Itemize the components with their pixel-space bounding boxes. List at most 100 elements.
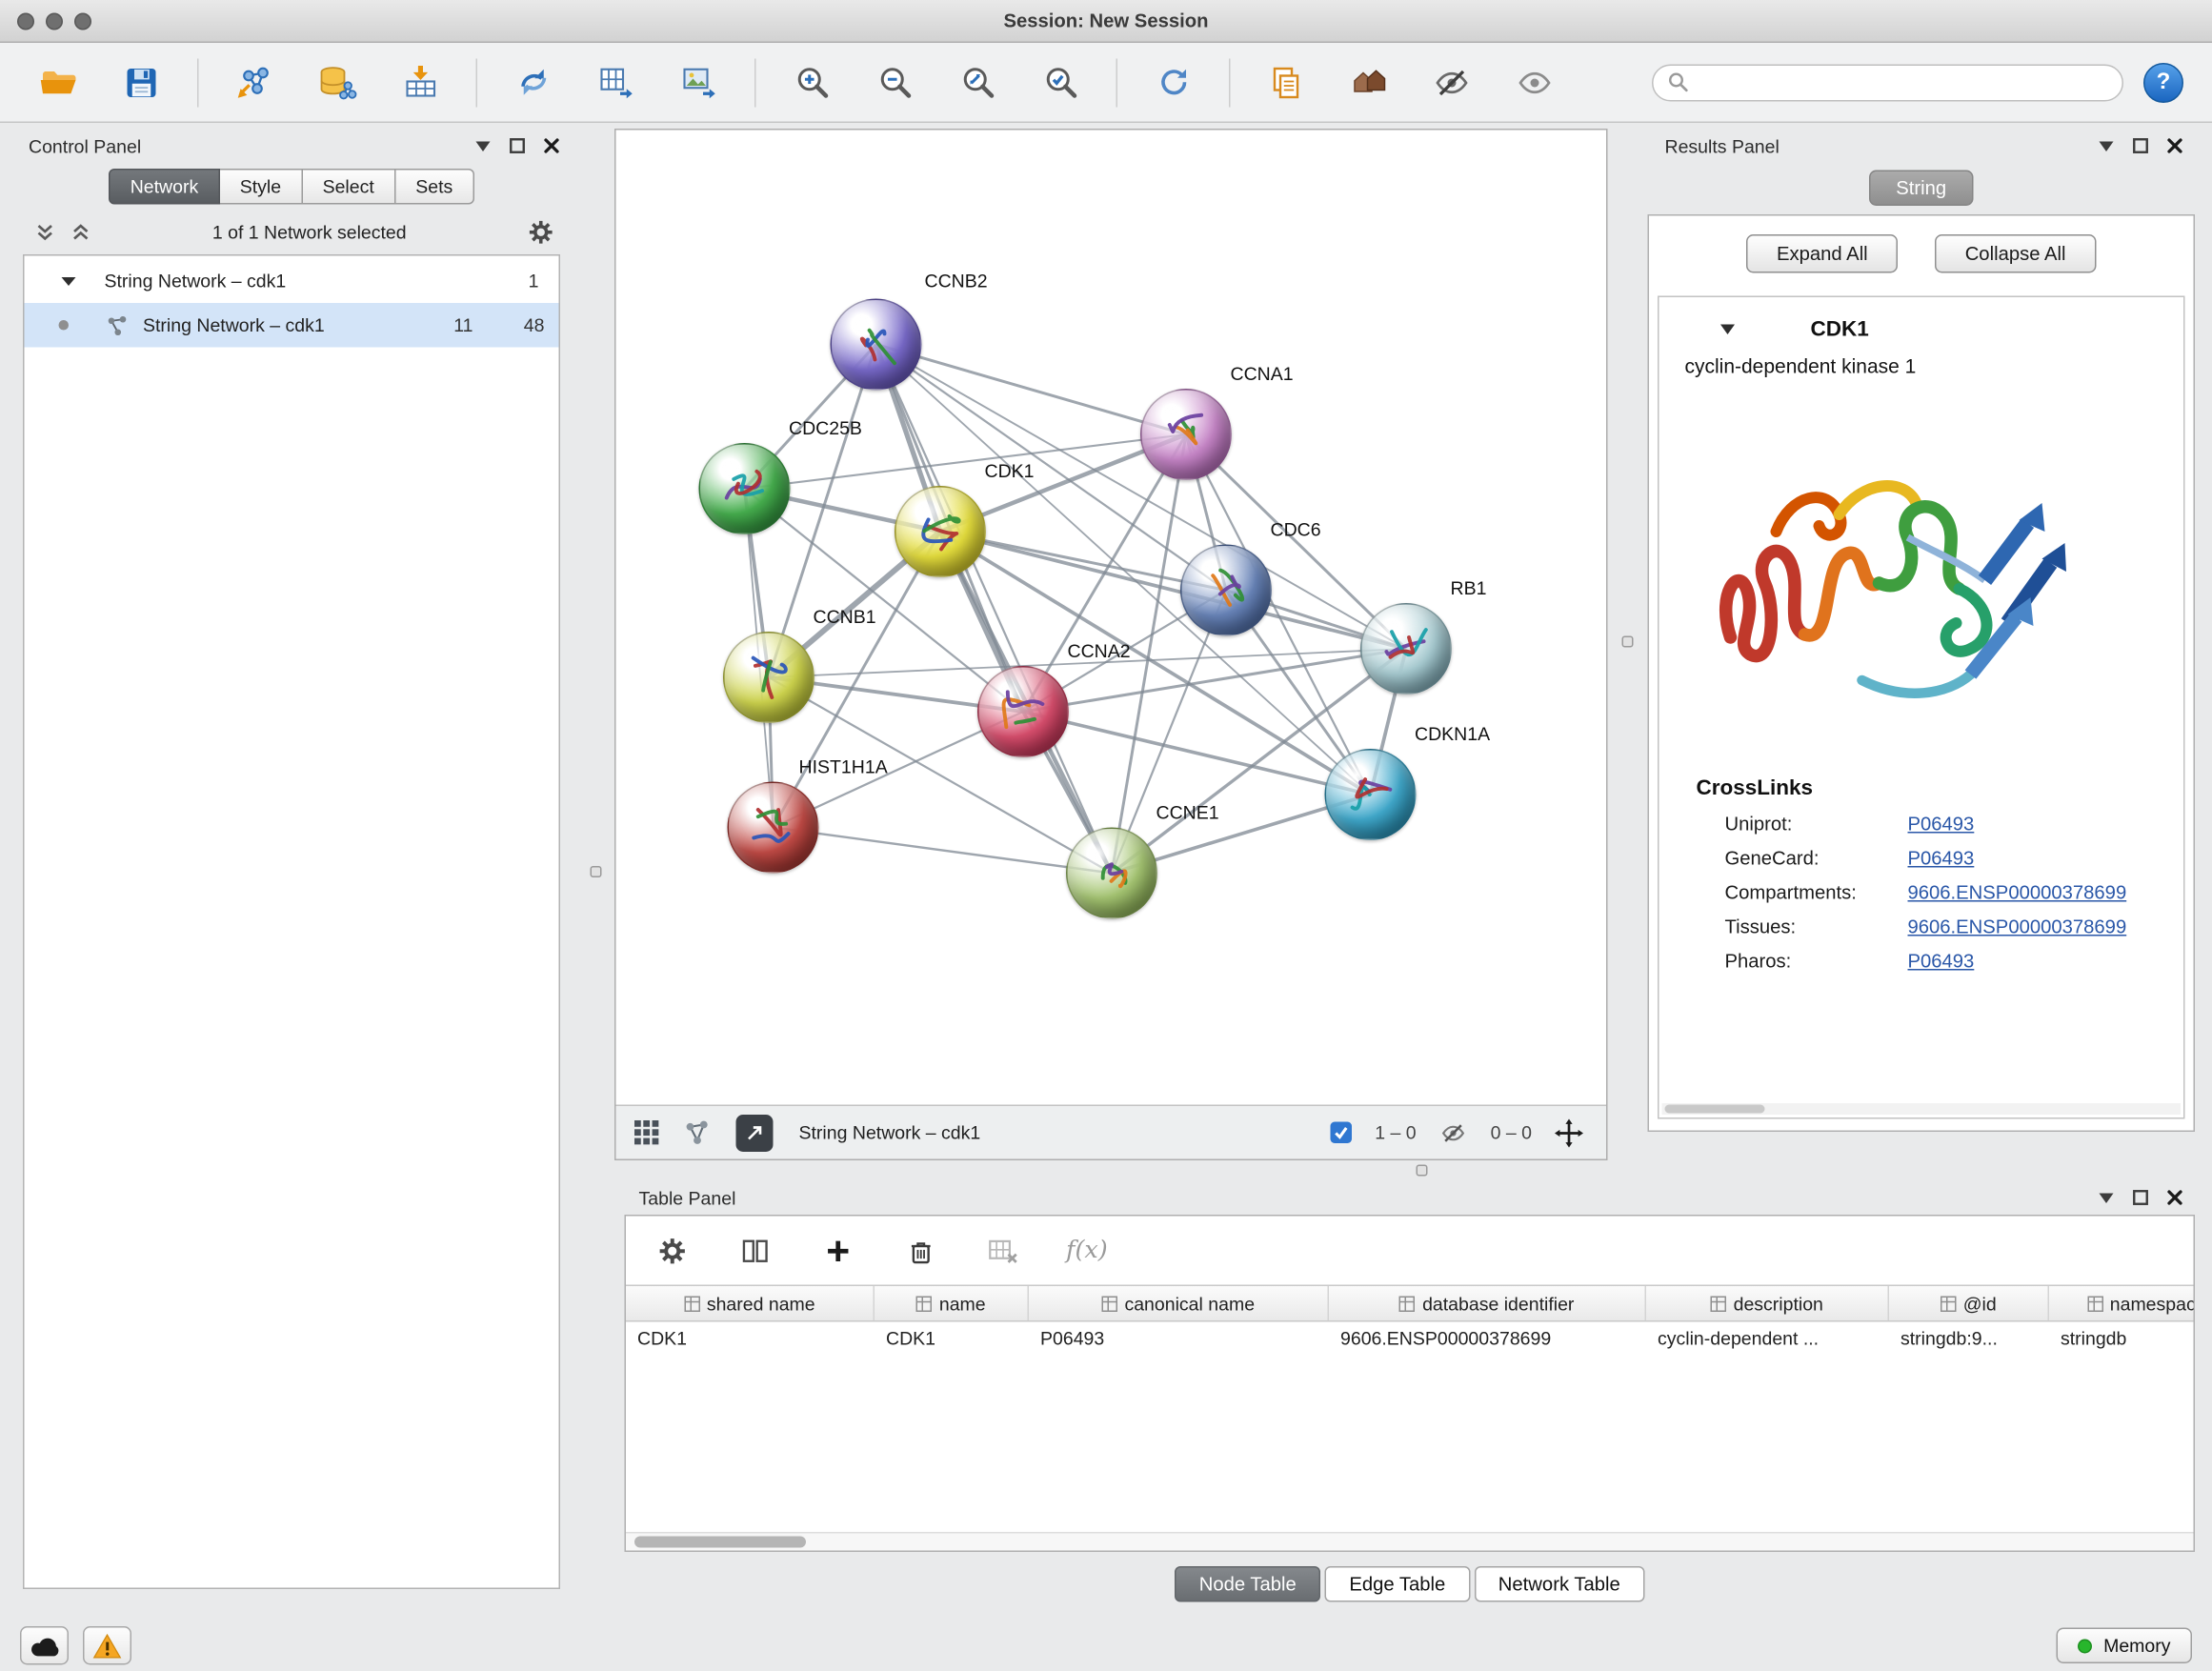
tab-network[interactable]: Network [109, 169, 220, 205]
network-node-CCNB2[interactable] [831, 299, 922, 391]
tab-select[interactable]: Select [303, 169, 396, 205]
edge-HIST1H1A-CCNE1[interactable] [774, 828, 1113, 874]
column-header-canonical-name[interactable]: canonical name [1029, 1286, 1329, 1320]
tab-edge-table[interactable]: Edge Table [1325, 1566, 1470, 1602]
crosslink-link[interactable]: 9606.ENSP00000378699 [1908, 882, 2127, 904]
network-node-HIST1H1A[interactable] [728, 782, 819, 874]
network-node-CCNB1[interactable] [723, 632, 814, 723]
network-node-CDK1[interactable] [895, 486, 986, 577]
network-tree-root-row[interactable]: String Network – cdk1 1 [25, 259, 559, 304]
chevrons-up-icon[interactable] [70, 222, 92, 244]
gene-section-header[interactable]: CDK1 [1659, 306, 2184, 352]
close-panel-icon[interactable] [543, 137, 560, 154]
delete-column-button[interactable] [900, 1231, 940, 1271]
function-builder-button[interactable]: f(x) [1066, 1231, 1108, 1271]
column-header-shared-name[interactable]: shared name [626, 1286, 875, 1320]
help-button[interactable]: ? [2143, 62, 2183, 102]
panel-menu-icon[interactable] [2098, 139, 2115, 153]
apply-preferred-layout-button[interactable] [1145, 53, 1202, 111]
float-panel-icon[interactable] [2132, 137, 2149, 154]
edge-CDK1-RB1[interactable] [940, 532, 1406, 649]
search-input[interactable] [1698, 71, 2108, 93]
collapse-section-icon[interactable] [1719, 322, 1737, 335]
show-graphics-details-button[interactable] [1506, 53, 1563, 111]
create-column-button[interactable] [817, 1231, 857, 1271]
horizontal-splitter-handle[interactable] [1417, 1165, 1428, 1177]
export-image-button[interactable] [671, 53, 728, 111]
zoom-in-button[interactable] [783, 53, 840, 111]
column-header-database-identifier[interactable]: database identifier [1329, 1286, 1646, 1320]
column-header-name[interactable]: name [875, 1286, 1029, 1320]
warnings-button[interactable] [83, 1626, 131, 1665]
close-panel-icon[interactable] [2166, 1189, 2183, 1206]
tab-style[interactable]: Style [220, 169, 303, 205]
scrollbar-thumb[interactable] [1665, 1105, 1765, 1114]
zoom-window-button[interactable] [74, 12, 91, 30]
crosslink-link[interactable]: 9606.ENSP00000378699 [1908, 916, 2127, 938]
float-panel-icon[interactable] [509, 137, 526, 154]
edge-CCNA2-CDKN1A[interactable] [1023, 712, 1371, 795]
network-node-CCNA2[interactable] [977, 666, 1069, 757]
disclosure-triangle-icon[interactable] [62, 275, 76, 287]
right-splitter-handle[interactable] [1622, 636, 1634, 648]
network-node-CCNA1[interactable] [1140, 389, 1232, 480]
table-horizontal-scrollbar[interactable] [626, 1532, 2194, 1551]
float-panel-icon[interactable] [2132, 1189, 2149, 1206]
hide-graphics-details-button[interactable] [1423, 53, 1480, 111]
show-columns-button[interactable] [734, 1231, 774, 1271]
scrollbar-thumb[interactable] [634, 1537, 806, 1548]
close-window-button[interactable] [17, 12, 34, 30]
fit-content-button[interactable] [949, 53, 1006, 111]
network-node-CDKN1A[interactable] [1325, 749, 1417, 840]
collapse-all-button[interactable]: Collapse All [1935, 234, 2096, 273]
new-network-from-selection-button[interactable] [505, 53, 562, 111]
table-options-button[interactable] [652, 1231, 692, 1271]
edge-CCNB2-CCNA1[interactable] [876, 345, 1187, 435]
grid-view-icon[interactable] [633, 1119, 661, 1147]
panel-menu-icon[interactable] [474, 139, 492, 153]
pan-move-icon[interactable] [1555, 1118, 1583, 1147]
open-session-button[interactable] [30, 53, 88, 111]
copy-document-button[interactable] [1257, 53, 1315, 111]
column-header--id[interactable]: @id [1889, 1286, 2049, 1320]
network-node-RB1[interactable] [1360, 603, 1452, 695]
network-node-CCNE1[interactable] [1066, 828, 1157, 919]
network-options-gear-icon[interactable] [528, 219, 555, 247]
crosslink-link[interactable]: P06493 [1908, 848, 1975, 870]
minimize-window-button[interactable] [46, 12, 63, 30]
open-in-string-button[interactable] [736, 1114, 774, 1151]
zoom-selected-button[interactable] [1032, 53, 1089, 111]
left-splitter-handle[interactable] [591, 866, 602, 877]
zoom-out-button[interactable] [866, 53, 923, 111]
column-header-namespac[interactable]: namespac [2049, 1286, 2195, 1320]
panel-menu-icon[interactable] [2098, 1191, 2115, 1205]
edge-CCNB2-CCNB1[interactable] [769, 345, 876, 678]
welcome-screen-button[interactable] [1340, 53, 1398, 111]
tab-string[interactable]: String [1869, 171, 1974, 207]
network-canvas[interactable]: CCNB2CCNA1CDC25BCDK1CDC6RB1CCNB1CCNA2CDK… [616, 131, 1607, 1105]
export-table-button[interactable] [588, 53, 645, 111]
selected-indicator-checkbox[interactable] [1331, 1122, 1353, 1144]
tab-node-table[interactable]: Node Table [1175, 1566, 1320, 1602]
network-tree-item-row[interactable]: String Network – cdk1 11 48 [25, 303, 559, 348]
network-node-CDC6[interactable] [1180, 545, 1272, 636]
close-panel-icon[interactable] [2166, 137, 2183, 154]
import-network-file-button[interactable] [226, 53, 283, 111]
crosslink-link[interactable]: P06493 [1908, 951, 1975, 973]
import-table-button[interactable] [392, 53, 449, 111]
cloud-status-button[interactable] [20, 1626, 69, 1665]
column-header-description[interactable]: description [1646, 1286, 1889, 1320]
network-overview-icon[interactable] [683, 1119, 711, 1147]
crosslink-link[interactable]: P06493 [1908, 814, 1975, 836]
results-horizontal-scrollbar[interactable] [1662, 1103, 2182, 1115]
edge-CCNB2-CCNE1[interactable] [876, 345, 1113, 874]
expand-all-button[interactable]: Expand All [1746, 234, 1898, 273]
network-node-CDC25B[interactable] [699, 443, 791, 534]
table-row[interactable]: CDK1CDK1P064939606.ENSP00000378699cyclin… [626, 1322, 2194, 1359]
import-network-database-button[interactable] [309, 53, 366, 111]
tab-network-table[interactable]: Network Table [1474, 1566, 1644, 1602]
memory-button[interactable]: Memory [2057, 1628, 2192, 1664]
save-session-button[interactable] [113, 53, 171, 111]
tab-sets[interactable]: Sets [395, 169, 474, 205]
chevrons-down-icon[interactable] [34, 222, 56, 244]
